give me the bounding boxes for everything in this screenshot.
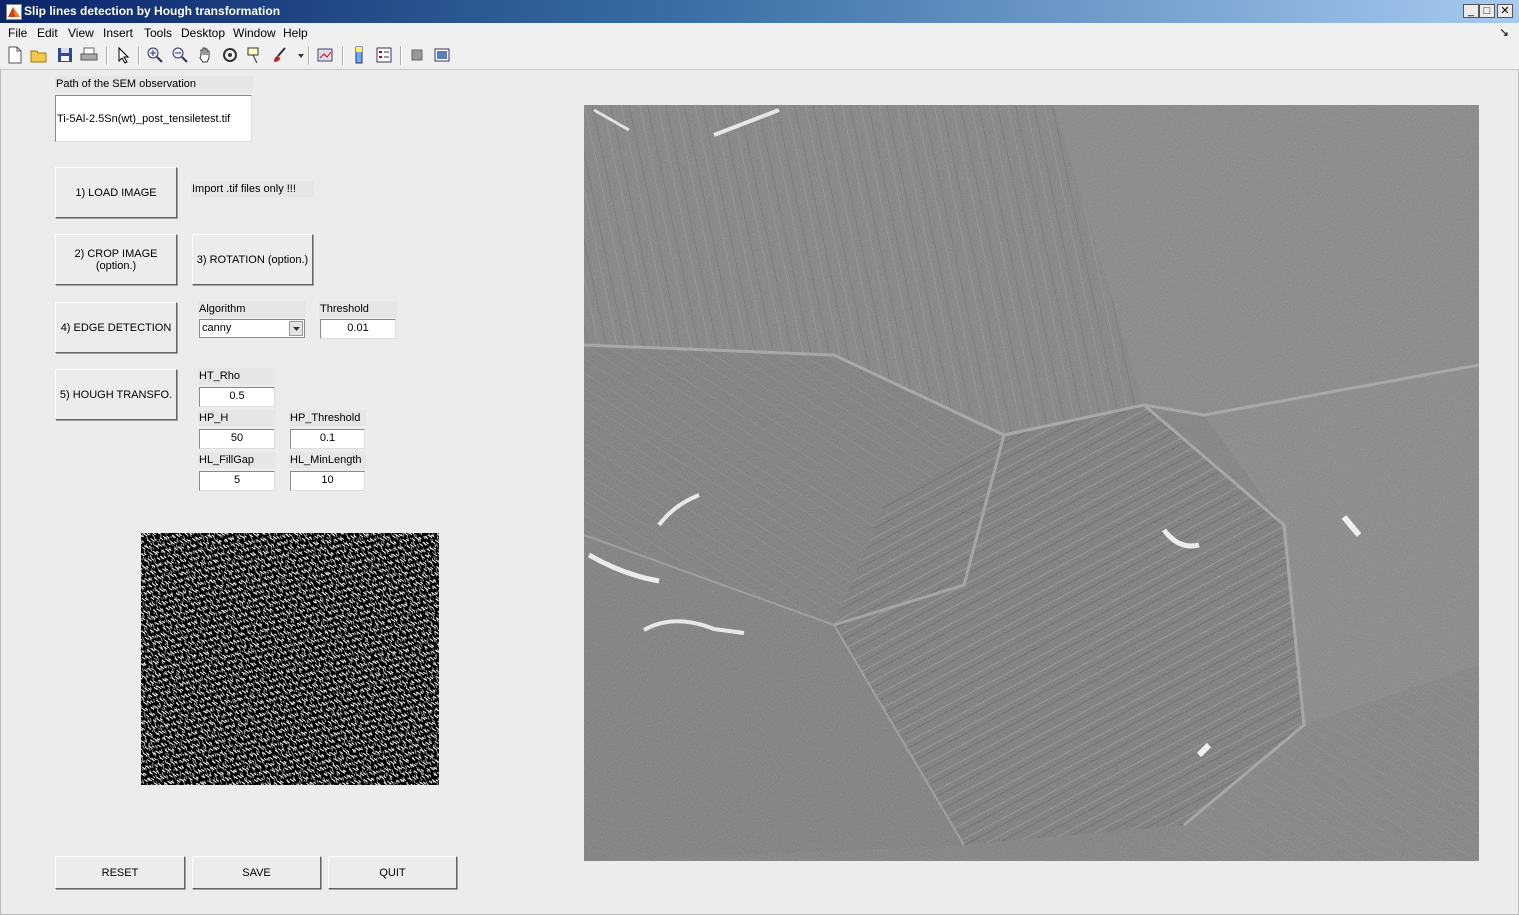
sem-observation-image — [584, 105, 1479, 861]
menu-edit[interactable]: Edit — [37, 26, 58, 40]
maximize-button[interactable]: □ — [1479, 4, 1495, 18]
quit-button[interactable]: QUIT — [328, 856, 457, 889]
edge-detection-preview — [141, 533, 439, 785]
menu-bar: File Edit View Insert Tools Desktop Wind… — [0, 23, 1519, 42]
menu-desktop[interactable]: Desktop — [181, 26, 225, 40]
path-input[interactable]: Ti-5Al-2.5Sn(wt)_post_tensiletest.tif — [55, 95, 252, 142]
import-note: Import .tif files only !!! — [191, 181, 314, 197]
minimize-button[interactable]: _ — [1463, 4, 1479, 18]
menu-tools[interactable]: Tools — [144, 26, 172, 40]
threshold-label: Threshold — [319, 301, 397, 317]
menu-help[interactable]: Help — [283, 26, 308, 40]
close-button[interactable]: ✕ — [1497, 4, 1513, 18]
menu-insert[interactable]: Insert — [103, 26, 133, 40]
data-cursor-icon[interactable] — [246, 46, 264, 64]
rotation-button[interactable]: 3) ROTATION (option.) — [192, 234, 313, 285]
ht-rho-label: HT_Rho — [198, 368, 276, 384]
load-image-button[interactable]: 1) LOAD IMAGE — [55, 167, 177, 218]
new-figure-icon[interactable] — [6, 46, 24, 64]
zoom-in-icon[interactable] — [146, 46, 164, 64]
close-icon: ✕ — [1500, 5, 1510, 17]
brush-dropdown-icon[interactable] — [292, 46, 304, 64]
save-button[interactable]: SAVE — [192, 856, 321, 889]
path-label: Path of the SEM observation — [55, 76, 253, 92]
toolbar — [0, 42, 1519, 70]
hl-minlength-input[interactable]: 10 — [290, 471, 365, 491]
algorithm-select[interactable]: canny — [199, 319, 305, 338]
maximize-icon: □ — [1483, 5, 1491, 17]
pan-hand-icon[interactable] — [196, 46, 214, 64]
matlab-app-icon — [6, 4, 22, 20]
hp-h-label: HP_H — [198, 410, 276, 426]
algorithm-label: Algorithm — [198, 301, 306, 317]
hough-transform-button[interactable]: 5) HOUGH TRANSFO. — [55, 369, 177, 420]
minimize-icon: _ — [1467, 5, 1475, 17]
threshold-input[interactable]: 0.01 — [320, 319, 396, 339]
menu-window[interactable]: Window — [233, 26, 276, 40]
zoom-out-icon[interactable] — [171, 46, 189, 64]
open-file-icon[interactable] — [30, 46, 48, 64]
window-title: Slip lines detection by Hough transforma… — [24, 4, 281, 18]
edit-plot-arrow-icon[interactable] — [114, 46, 132, 64]
ht-rho-input[interactable]: 0.5 — [199, 387, 275, 407]
rotate-3d-icon[interactable] — [221, 46, 239, 64]
crop-image-button[interactable]: 2) CROP IMAGE (option.) — [55, 234, 177, 285]
reset-button[interactable]: RESET — [55, 856, 185, 889]
hide-plot-tools-icon[interactable] — [408, 46, 426, 64]
sem-micrograph-graphic — [584, 105, 1479, 861]
hl-minlength-label: HL_MinLength — [289, 452, 366, 468]
algorithm-value: canny — [202, 322, 232, 334]
title-bar: Slip lines detection by Hough transforma… — [0, 0, 1519, 23]
link-plot-icon[interactable] — [316, 46, 334, 64]
hl-fillgap-label: HL_FillGap — [198, 452, 276, 468]
hp-h-input[interactable]: 50 — [199, 429, 275, 449]
menu-file[interactable]: File — [8, 26, 27, 40]
show-plot-tools-icon[interactable] — [433, 46, 451, 64]
insert-colorbar-icon[interactable] — [350, 46, 368, 64]
insert-legend-icon[interactable] — [375, 46, 393, 64]
hp-threshold-input[interactable]: 0.1 — [290, 429, 365, 449]
hp-threshold-label: HP_Threshold — [289, 410, 366, 426]
save-icon[interactable] — [56, 46, 74, 64]
print-icon[interactable] — [80, 46, 98, 64]
chevron-down-icon[interactable] — [289, 321, 303, 336]
brush-icon[interactable] — [271, 46, 289, 64]
edge-map-graphic — [141, 533, 439, 785]
dock-arrow-icon[interactable]: ↘ — [1499, 25, 1509, 39]
hl-fillgap-input[interactable]: 5 — [199, 471, 275, 491]
menu-view[interactable]: View — [68, 26, 94, 40]
edge-detection-button[interactable]: 4) EDGE DETECTION — [55, 302, 177, 353]
